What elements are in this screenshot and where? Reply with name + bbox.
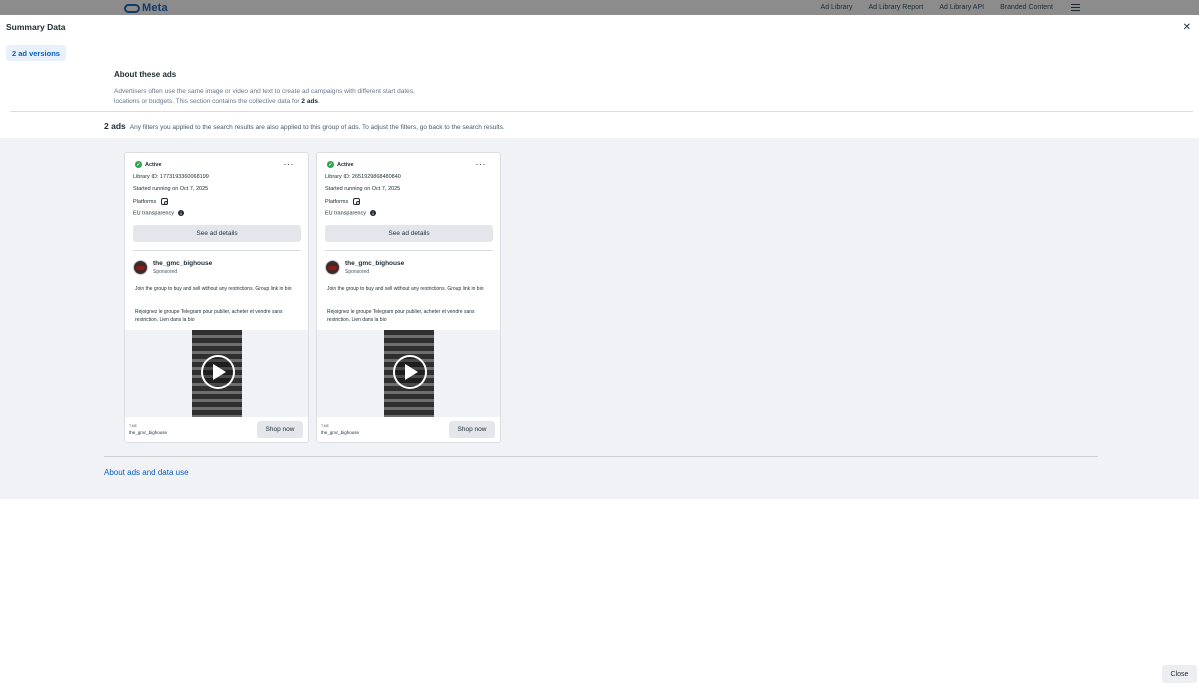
ad-body-french: Rejoignez le groupe Telegram pour publie… [135, 309, 283, 323]
platforms: Platforms [325, 198, 361, 205]
divider [104, 456, 1098, 457]
menu-icon[interactable] [1071, 4, 1080, 11]
meta-logo[interactable]: Meta [124, 2, 168, 14]
close-button[interactable]: Close [1162, 665, 1197, 683]
shop-now-button[interactable]: Shop now [449, 421, 495, 438]
status-badge: ✓ Active [327, 161, 354, 168]
results-count: 2 ads [104, 121, 126, 131]
results-summary-text: Any filters you applied to the search re… [129, 124, 505, 131]
cta-name: the_gmc_bighouse [321, 430, 360, 435]
about-heading: About these ads [114, 70, 177, 79]
instagram-icon [161, 198, 169, 205]
ad-card: ✓ Active ··· Library ID: 265192986848084… [316, 152, 501, 443]
about-body: Advertisers often use the same image or … [114, 88, 415, 105]
ad-versions-tab[interactable]: 2 ad versions [6, 45, 66, 61]
info-icon[interactable]: i [369, 210, 376, 216]
nav-link-ad-library[interactable]: Ad Library [821, 4, 853, 11]
eu-transparency[interactable]: EU transparency i [325, 210, 376, 216]
modal-title: Summary Data [6, 22, 66, 32]
ad-media [317, 330, 500, 417]
nav-link-ad-library-report[interactable]: Ad Library Report [868, 4, 923, 11]
shop-now-button[interactable]: Shop now [257, 421, 303, 438]
started-running: Started running on Oct 7, 2025 [133, 186, 209, 192]
meta-brand-text: Meta [142, 2, 168, 14]
cta-url: T.ME [129, 424, 137, 428]
about-ads-count: 2 ads [301, 98, 319, 105]
info-icon[interactable]: i [177, 210, 184, 216]
sponsored-label: Sponsored [345, 269, 370, 275]
meta-infinity-icon [124, 3, 140, 13]
cta-url: T.ME [321, 424, 329, 428]
summary-data-modal: Summary Data ✕ 2 ad versions About these… [0, 15, 1199, 699]
about-ads-and-data-use-link[interactable]: About ads and data use [104, 468, 189, 477]
instagram-icon [353, 198, 361, 205]
avatar[interactable] [133, 260, 148, 275]
cta-name: the_gmc_bighouse [129, 430, 168, 435]
avatar[interactable] [325, 260, 340, 275]
about-these-ads: About these ads Advertisers often use th… [114, 70, 434, 107]
eu-transparency[interactable]: EU transparency i [133, 210, 184, 216]
more-options-icon[interactable]: ··· [476, 159, 487, 169]
top-navigation: Meta Ad Library Ad Library Report Ad Lib… [0, 0, 1199, 15]
started-running: Started running on Oct 7, 2025 [325, 186, 401, 192]
divider [133, 250, 301, 251]
see-ad-details-button[interactable]: See ad details [133, 225, 301, 242]
play-icon[interactable] [201, 355, 235, 389]
page-name[interactable]: the_gmc_bighouse [345, 260, 404, 267]
check-circle-icon: ✓ [135, 161, 142, 168]
ad-body-french: Rejoignez le groupe Telegram pour publie… [327, 309, 475, 323]
library-id: Library ID: 1773193360068199 [133, 174, 209, 180]
divider [325, 250, 493, 251]
see-ad-details-button[interactable]: See ad details [325, 225, 493, 242]
ad-body-english: Join the group to buy and sell without a… [135, 286, 292, 292]
ad-media [125, 330, 308, 417]
ad-body-english: Join the group to buy and sell without a… [327, 286, 484, 292]
nav-link-branded-content[interactable]: Branded Content [1000, 4, 1053, 11]
check-circle-icon: ✓ [327, 161, 334, 168]
platforms: Platforms [133, 198, 169, 205]
close-icon[interactable]: ✕ [1183, 22, 1191, 33]
modal-footer-area [0, 499, 1199, 699]
library-id: Library ID: 2651929868480840 [325, 174, 401, 180]
sponsored-label: Sponsored [153, 269, 178, 275]
ad-card: ✓ Active ··· Library ID: 177319336006819… [124, 152, 309, 443]
play-icon[interactable] [393, 355, 427, 389]
nav-links: Ad Library Ad Library Report Ad Library … [821, 0, 1199, 15]
status-badge: ✓ Active [135, 161, 162, 168]
results-summary: 2 ads Any filters you applied to the sea… [104, 121, 505, 131]
more-options-icon[interactable]: ··· [284, 159, 295, 169]
nav-link-ad-library-api[interactable]: Ad Library API [939, 4, 984, 11]
divider [10, 111, 1193, 112]
page-name[interactable]: the_gmc_bighouse [153, 260, 212, 267]
